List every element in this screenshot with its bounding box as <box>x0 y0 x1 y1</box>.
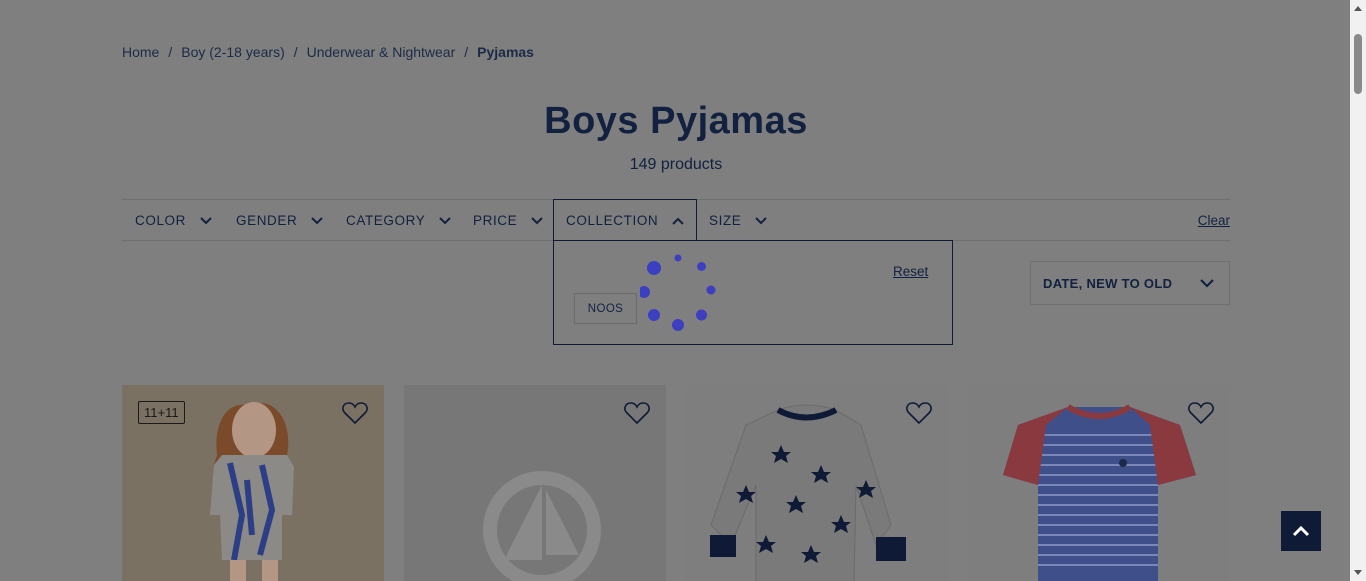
product-badge: 11+11 <box>138 401 185 424</box>
filter-label: COLOR <box>135 213 187 228</box>
breadcrumb-current: Pyjamas <box>477 44 534 60</box>
breadcrumb-underwear[interactable]: Underwear & Nightwear <box>307 44 456 60</box>
breadcrumb-home[interactable]: Home <box>122 44 159 60</box>
product-card[interactable] <box>968 385 1230 581</box>
filter-label: SIZE <box>709 213 742 228</box>
breadcrumb-boy[interactable]: Boy (2-18 years) <box>181 44 284 60</box>
filter-category[interactable]: CATEGORY <box>346 200 452 241</box>
filter-label: CATEGORY <box>346 213 426 228</box>
chevron-down-icon <box>200 216 212 224</box>
heart-icon[interactable] <box>906 401 932 425</box>
filter-collection[interactable]: COLLECTION <box>553 199 698 241</box>
breadcrumb-separator: / <box>464 44 469 60</box>
reset-link[interactable]: Reset <box>893 264 928 279</box>
filter-bar: COLOR GENDER CATEGORY PRICE COLLECTION S… <box>122 199 1230 241</box>
chevron-down-icon <box>755 216 768 224</box>
scroll-down-arrow-icon[interactable] <box>1354 570 1362 575</box>
chevron-down-icon <box>439 216 452 224</box>
loading-spinner-icon <box>640 254 716 331</box>
chevron-up-icon <box>1292 525 1310 537</box>
product-count: 149 products <box>629 156 723 173</box>
sort-select[interactable]: DATE, NEW TO OLD <box>1030 261 1230 305</box>
filter-label: GENDER <box>236 213 298 228</box>
heart-icon[interactable] <box>624 401 650 425</box>
chevron-down-icon <box>311 216 324 224</box>
filter-label: PRICE <box>473 213 518 228</box>
collection-option-noos[interactable]: NOOS <box>574 293 637 324</box>
heart-icon[interactable] <box>1188 401 1214 425</box>
scroll-up-arrow-icon[interactable] <box>1354 6 1362 11</box>
filter-gender[interactable]: GENDER <box>236 200 324 241</box>
scroll-to-top-button[interactable] <box>1281 511 1321 551</box>
page-scrollbar[interactable] <box>1350 0 1366 581</box>
filter-price[interactable]: PRICE <box>473 200 543 241</box>
chevron-down-icon <box>531 216 543 224</box>
page: Home / Boy (2-18 years) / Underwear & Ni… <box>0 0 1350 581</box>
product-card[interactable] <box>686 385 948 581</box>
filter-label: COLLECTION <box>566 213 659 228</box>
product-card[interactable] <box>404 385 666 581</box>
heart-icon[interactable] <box>342 401 368 425</box>
sort-label: DATE, NEW TO OLD <box>1043 275 1173 291</box>
chevron-down-icon <box>1200 279 1214 288</box>
clear-filters-link[interactable]: Clear <box>1198 213 1230 228</box>
filter-size[interactable]: SIZE <box>709 200 768 241</box>
product-card[interactable]: 11+11 <box>122 385 384 581</box>
filter-color[interactable]: COLOR <box>135 200 212 241</box>
chevron-up-icon <box>672 217 684 225</box>
collection-dropdown: Reset NOOS <box>553 240 953 345</box>
breadcrumb-separator: / <box>293 44 298 60</box>
scrollbar-thumb[interactable] <box>1354 34 1362 94</box>
breadcrumb: Home / Boy (2-18 years) / Underwear & Ni… <box>122 44 534 60</box>
breadcrumb-separator: / <box>168 44 173 60</box>
page-title: Boys Pyjamas <box>544 100 808 142</box>
